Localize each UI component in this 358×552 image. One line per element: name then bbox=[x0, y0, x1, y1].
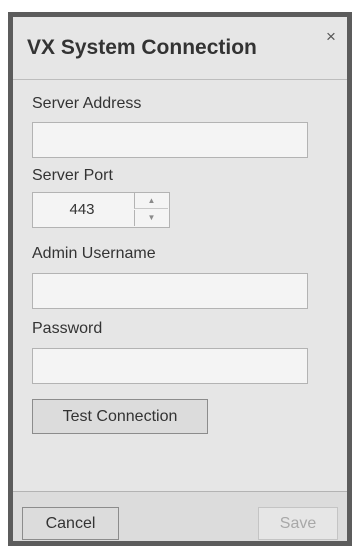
vx-connection-dialog: VX System Connection × Server Address Se… bbox=[8, 12, 352, 546]
server-port-stepper[interactable]: 443 ▲ ▼ bbox=[32, 192, 170, 228]
test-connection-button[interactable]: Test Connection bbox=[32, 399, 208, 434]
chevron-up-icon[interactable]: ▲ bbox=[134, 193, 168, 209]
server-port-label: Server Port bbox=[32, 167, 113, 184]
chevron-down-icon[interactable]: ▼ bbox=[134, 210, 168, 226]
title-divider bbox=[13, 79, 347, 80]
server-port-value[interactable]: 443 bbox=[33, 193, 131, 227]
password-label: Password bbox=[32, 320, 103, 337]
close-icon[interactable]: × bbox=[323, 28, 339, 45]
admin-username-label: Admin Username bbox=[32, 245, 156, 262]
password-input[interactable] bbox=[32, 348, 308, 384]
admin-username-input[interactable] bbox=[32, 273, 308, 309]
cancel-button[interactable]: Cancel bbox=[22, 507, 119, 540]
dialog-title-bar: VX System Connection × bbox=[13, 17, 347, 79]
server-address-input[interactable] bbox=[32, 122, 308, 158]
dialog-title: VX System Connection bbox=[27, 36, 257, 59]
dialog-footer: Cancel Save bbox=[13, 491, 347, 541]
server-address-label: Server Address bbox=[32, 95, 142, 112]
save-button[interactable]: Save bbox=[258, 507, 338, 540]
